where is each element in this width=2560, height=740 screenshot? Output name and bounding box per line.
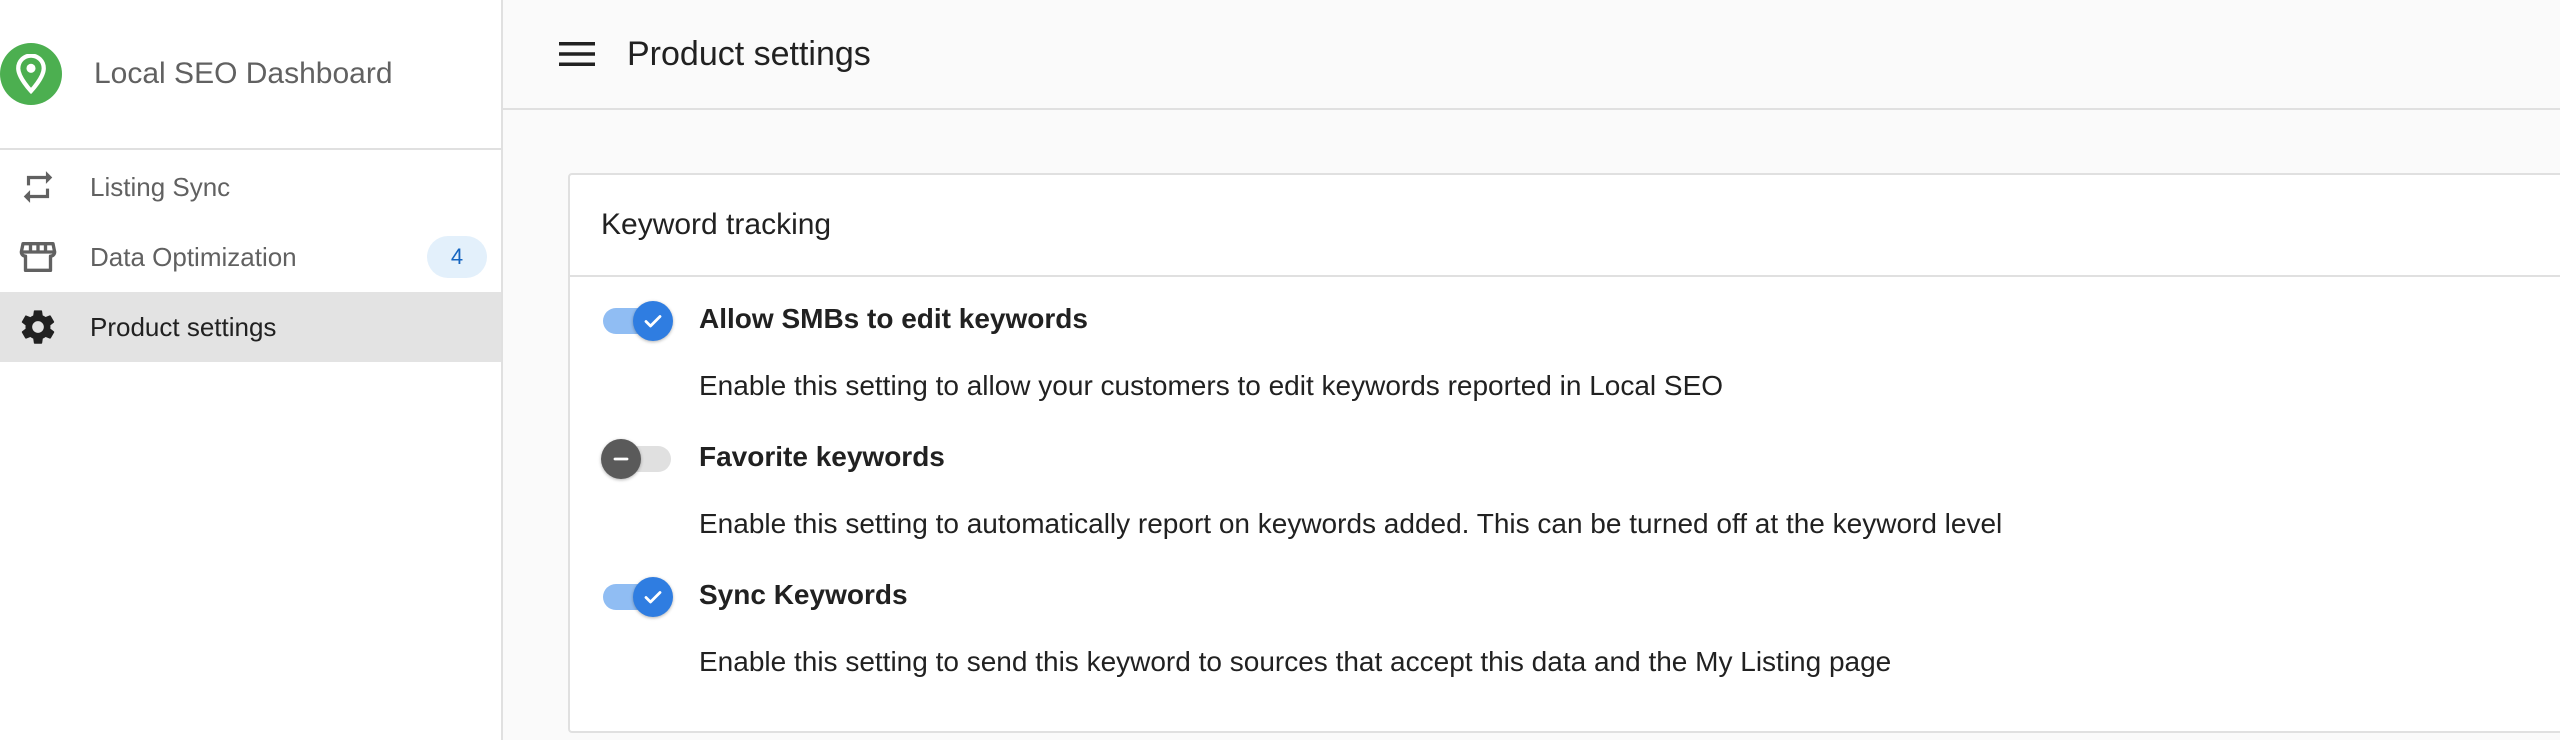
allow-smb-edit-toggle[interactable] [601,300,673,341]
keyword-tracking-card: Keyword tracking Allow SMBs to edit keyw… [568,173,2560,733]
sync-keywords-toggle[interactable] [601,576,673,617]
sidebar-item-product-settings[interactable]: Product settings [0,292,501,362]
sidebar-item-data-optimization[interactable]: Data Optimization 4 [0,222,501,292]
sidebar-item-listing-sync[interactable]: Listing Sync [0,152,501,222]
setting-description: Enable this setting to allow your custom… [699,370,1724,401]
sidebar: Local SEO Dashboard Listing Sync Data Op… [0,0,503,740]
check-icon [633,301,673,341]
count-badge: 4 [427,236,487,278]
sidebar-nav: Listing Sync Data Optimization 4 Product… [0,150,501,362]
check-icon [633,577,673,617]
top-bar: Product settings [503,0,2560,110]
sidebar-item-label: Product settings [90,311,277,342]
setting-label: Sync Keywords [699,579,908,610]
setting-description: Enable this setting to send this keyword… [699,646,1892,677]
page-title: Product settings [627,34,871,73]
hamburger-menu-icon[interactable] [557,34,597,74]
sidebar-item-label: Listing Sync [90,171,231,202]
app-title: Local SEO Dashboard [94,57,393,90]
gear-icon [18,307,58,347]
minus-icon [601,439,641,479]
repeat-icon [18,167,58,207]
card-title: Keyword tracking [570,175,2560,277]
sidebar-item-label: Data Optimization [90,241,297,272]
setting-label: Favorite keywords [699,441,945,472]
setting-description: Enable this setting to automatically rep… [699,508,2003,539]
app-root: Local SEO Dashboard Listing Sync Data Op… [0,0,2560,740]
storefront-icon [18,237,58,277]
main-content: Keyword tracking Allow SMBs to edit keyw… [503,110,2560,740]
favorite-keywords-toggle[interactable] [601,438,673,479]
setting-label: Allow SMBs to edit keywords [699,303,1088,334]
brand-header: Local SEO Dashboard [0,0,501,150]
map-pin-logo-icon [0,43,62,105]
